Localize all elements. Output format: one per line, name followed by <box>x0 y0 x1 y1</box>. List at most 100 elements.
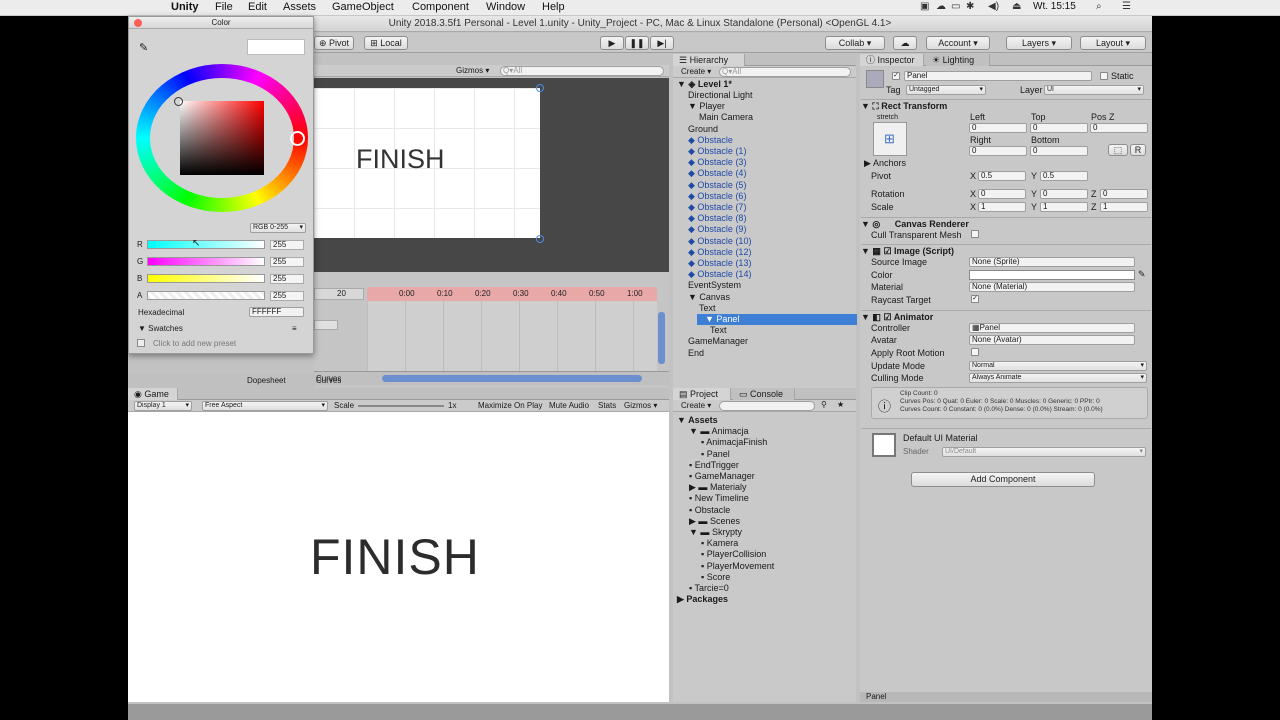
hex-field[interactable]: FFFFFF <box>249 307 304 317</box>
scale-z-field[interactable]: 1 <box>1100 202 1148 212</box>
tab-hierarchy[interactable]: ☰ Hierarchy <box>673 54 745 66</box>
hierarchy-item[interactable]: ◆ Obstacle (13) <box>688 258 751 269</box>
tab-lighting[interactable]: ☀ Lighting <box>926 54 990 66</box>
hierarchy-item[interactable]: EventSystem <box>688 280 741 291</box>
hierarchy-item[interactable]: ◆ Obstacle (12) <box>688 247 751 258</box>
local-toggle[interactable]: ⊞ Local <box>364 36 408 50</box>
posz-field[interactable]: 0 <box>1090 123 1148 133</box>
foldout-arrow-icon[interactable]: ▼ <box>689 426 700 436</box>
hierarchy-item[interactable]: Main Camera <box>699 112 753 123</box>
menu-component[interactable]: Component <box>412 1 469 13</box>
tab-project[interactable]: ▤ Project <box>673 388 731 400</box>
eject-icon[interactable]: ⏏ <box>1012 1 1021 12</box>
hierarchy-item[interactable]: ◆ Obstacle (6) <box>688 191 746 202</box>
scene-gizmos-dropdown[interactable]: Gizmos ▾ <box>456 66 489 76</box>
foldout-arrow-icon[interactable]: ▶ <box>689 482 698 492</box>
hierarchy-item[interactable]: ◆ Obstacle (14) <box>688 269 751 280</box>
hierarchy-item[interactable]: ◆ Obstacle (1) <box>688 146 746 157</box>
rotation-y-field[interactable]: 0 <box>1040 189 1088 199</box>
eyedropper-picker-icon[interactable]: ✎ <box>139 41 148 54</box>
add-property-button[interactable] <box>314 320 338 330</box>
project-item[interactable]: ▪ PlayerCollision <box>701 549 766 560</box>
source-image-field[interactable]: None (Sprite) <box>969 257 1135 267</box>
culling-mode-dropdown[interactable]: Always Animate <box>969 373 1147 383</box>
display-dropdown[interactable]: Display 1 <box>134 401 192 411</box>
volume-icon[interactable]: ◀) <box>988 1 999 12</box>
project-item[interactable]: ▪ Tarcie=0 <box>689 583 729 594</box>
cloud-icon[interactable]: ☁ <box>936 1 946 12</box>
hierarchy-item[interactable]: ◆ Obstacle (8) <box>688 213 746 224</box>
layout-dropdown[interactable]: Layout ▾ <box>1080 36 1146 50</box>
project-item[interactable]: ▶ ▬ Scenes <box>689 516 740 527</box>
menu-window[interactable]: Window <box>486 1 525 13</box>
project-item[interactable]: ▪ Obstacle <box>689 505 730 516</box>
step-button[interactable]: ▶| <box>650 36 674 50</box>
menu-assets[interactable]: Assets <box>283 1 316 13</box>
active-checkbox[interactable]: ✓ <box>892 72 900 80</box>
foldout-arrow-icon[interactable]: ▼ <box>705 314 716 324</box>
tab-console[interactable]: ▭ Console <box>733 388 795 400</box>
search-icon[interactable]: ⌕ <box>1096 1 1102 12</box>
menu-edit[interactable]: Edit <box>248 1 267 13</box>
hierarchy-item[interactable]: Text <box>699 303 716 314</box>
hierarchy-item[interactable]: ◆ Obstacle (5) <box>688 180 746 191</box>
foldout-arrow-icon[interactable]: ▶ <box>677 594 686 604</box>
hierarchy-search-input[interactable]: Q▾All <box>719 67 851 77</box>
foldout-arrow-icon[interactable]: ▶ <box>689 516 698 526</box>
foldout-arrow-icon[interactable]: ▼ <box>688 101 699 111</box>
bluetooth-icon[interactable]: ✱ <box>966 1 974 12</box>
anchor-handle-top[interactable] <box>536 84 544 92</box>
hierarchy-item[interactable]: ◆ Obstacle <box>688 135 733 146</box>
cloud-button[interactable]: ☁ <box>893 36 917 50</box>
project-item[interactable]: ▪ Score <box>701 572 730 583</box>
project-item[interactable]: ▪ PlayerMovement <box>701 561 774 572</box>
material-field[interactable]: None (Material) <box>969 282 1135 292</box>
hue-cursor[interactable] <box>290 131 305 146</box>
scale-x-field[interactable]: 1 <box>978 202 1026 212</box>
notification-center-icon[interactable]: ☰ <box>1122 1 1131 12</box>
game-gizmos-dropdown[interactable]: Gizmos ▾ <box>624 401 657 411</box>
saturation-value-square[interactable] <box>180 101 264 175</box>
anchors-foldout[interactable]: ▶ Anchors <box>864 158 906 168</box>
channel-g-field[interactable]: 255 <box>270 257 304 267</box>
favorite-icon[interactable]: ★ <box>837 400 844 410</box>
project-item[interactable]: ▪ New Timeline <box>689 493 749 504</box>
tab-inspector[interactable]: ⓘ Inspector <box>860 54 924 66</box>
project-item[interactable]: ▪ GameManager <box>689 471 755 482</box>
foldout-arrow-icon[interactable]: ▼ <box>688 292 699 302</box>
channel-g-slider[interactable] <box>147 257 265 266</box>
pause-button[interactable]: ❚❚ <box>625 36 649 50</box>
layers-dropdown[interactable]: Layers ▾ <box>1006 36 1072 50</box>
update-mode-dropdown[interactable]: Normal <box>969 361 1147 371</box>
right-field[interactable]: 0 <box>969 146 1027 156</box>
hierarchy-item[interactable]: ▼ Canvas <box>688 292 730 303</box>
channel-a-slider[interactable] <box>147 291 265 300</box>
scene-view[interactable]: FINISH <box>314 78 669 272</box>
timeline-vertical-scrollbar[interactable] <box>658 312 665 364</box>
eyedropper-icon[interactable]: ✎ <box>1138 269 1146 279</box>
channel-b-field[interactable]: 255 <box>270 274 304 284</box>
account-dropdown[interactable]: Account ▾ <box>926 36 990 50</box>
animation-frame-field[interactable]: 20 <box>314 288 364 300</box>
system-tray-icon[interactable]: ▣ <box>920 1 929 12</box>
color-swatch-field[interactable] <box>969 270 1135 280</box>
project-item[interactable]: ▼ ▬ Animacja <box>689 426 748 437</box>
left-field[interactable]: 0 <box>969 123 1027 133</box>
rotation-z-field[interactable]: 0 <box>1100 189 1148 199</box>
controller-field[interactable]: ▦Panel <box>969 323 1135 333</box>
bottom-field[interactable]: 0 <box>1030 146 1088 156</box>
hierarchy-item[interactable]: ◆ Obstacle (4) <box>688 168 746 179</box>
aspect-dropdown[interactable]: Free Aspect <box>202 401 328 411</box>
canvas-renderer-header[interactable]: ▼ ◎ Canvas Renderer <box>861 217 1151 229</box>
play-button[interactable]: ▶ <box>600 36 624 50</box>
menu-help[interactable]: Help <box>542 1 565 13</box>
blueprint-mode-button[interactable]: ⬚ <box>1108 144 1128 156</box>
menu-gameobject[interactable]: GameObject <box>332 1 394 13</box>
scene-root[interactable]: ▼ ◈ Level 1* <box>677 79 732 90</box>
hierarchy-item[interactable]: Directional Light <box>688 90 753 101</box>
tab-dopesheet-label[interactable]: Dopesheet <box>247 376 286 386</box>
mute-audio-toggle[interactable]: Mute Audio <box>549 401 589 411</box>
image-script-header[interactable]: ▼ ▦ ☑ Image (Script) <box>861 244 1151 256</box>
display-icon[interactable]: ▭ <box>951 1 960 12</box>
scale-slider[interactable] <box>358 405 444 407</box>
